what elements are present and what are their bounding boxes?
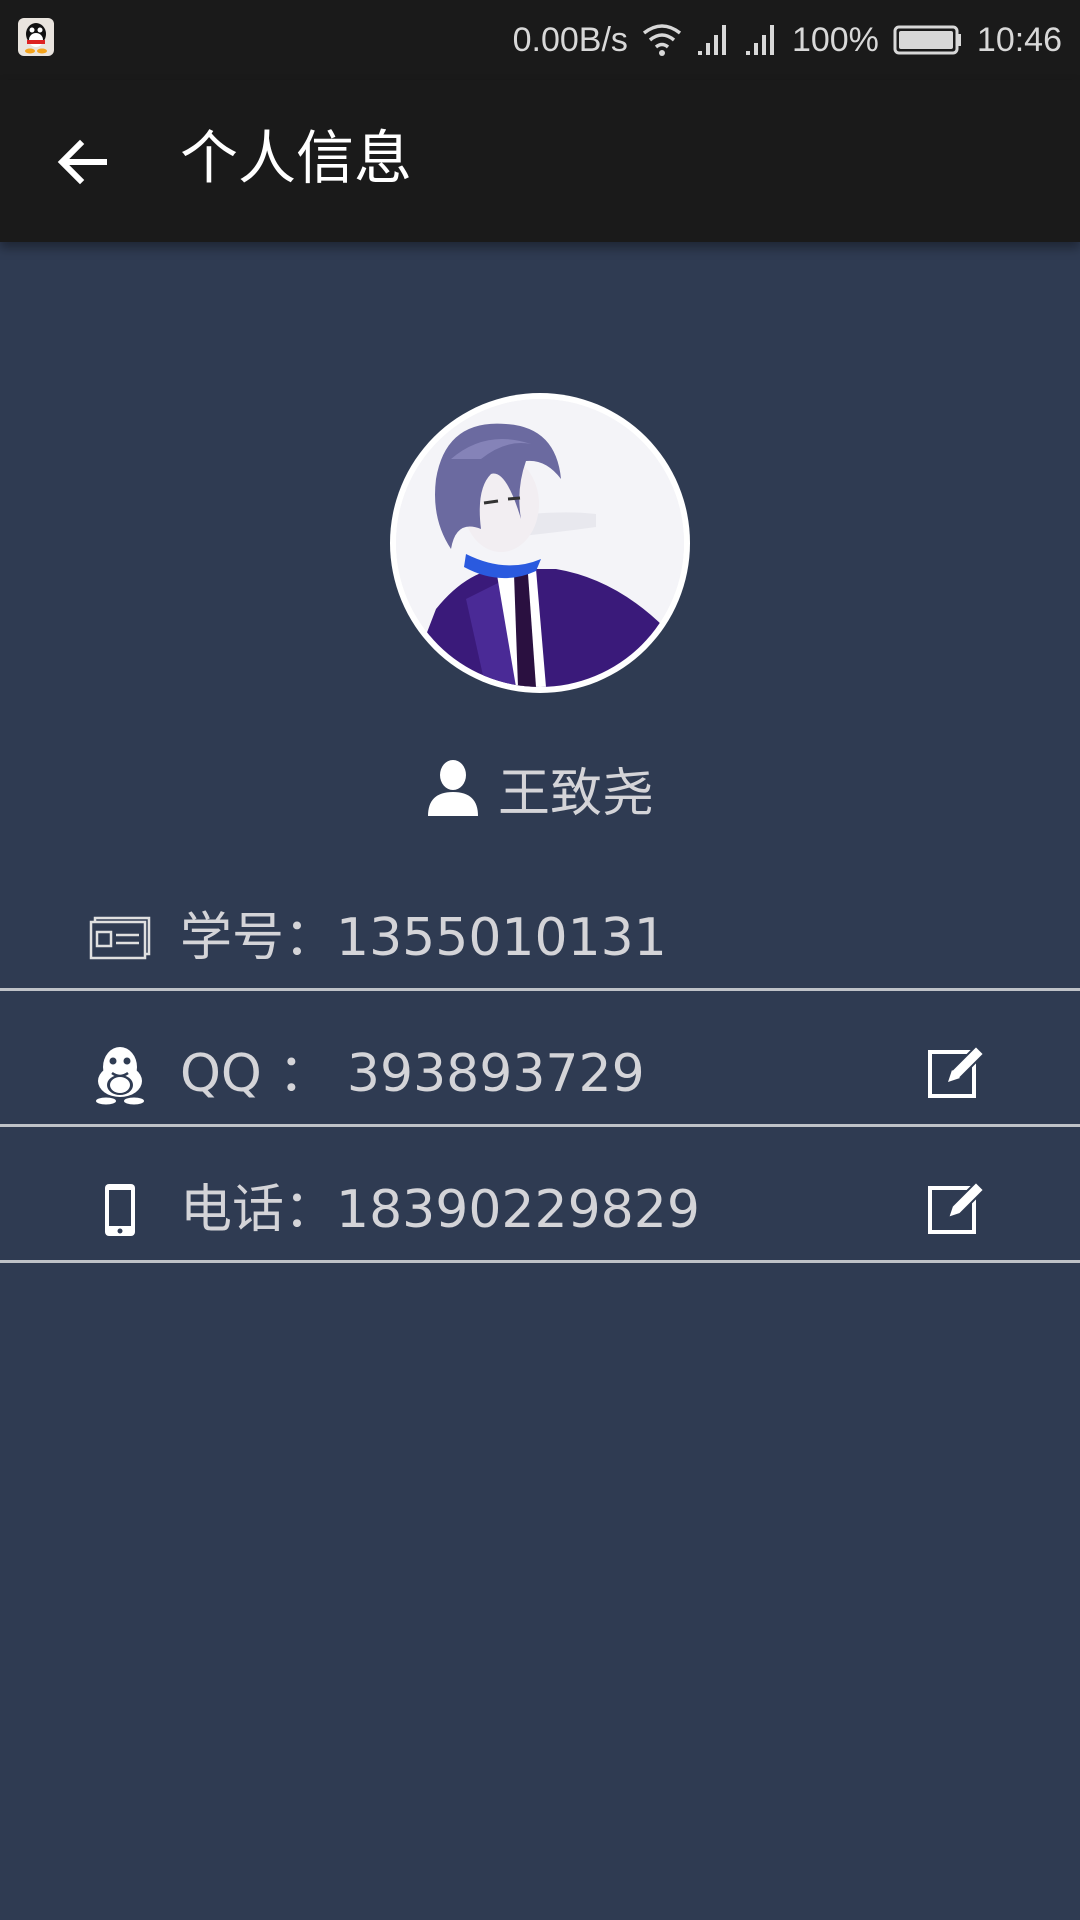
profile-name-row: 王致尧 [0,748,1080,828]
app-bar: 个人信息 [0,80,1080,242]
phone-row: 电话：18390229829 [0,1152,1080,1286]
edit-icon[interactable] [922,1174,988,1240]
signal-icon [697,25,726,55]
net-speed: 0.00B/s [512,20,628,59]
divider [0,1124,1080,1127]
qq-label: QQ ： 393893729 [180,1044,645,1104]
divider [0,1260,1080,1263]
edit-icon[interactable] [922,1038,988,1104]
back-button[interactable] [42,122,122,202]
id-card-icon [89,916,151,960]
user-icon [427,760,478,816]
status-bar: 0.00B/s 100% 10:46 [0,0,1080,80]
qq-penguin-icon [18,18,54,56]
battery-icon [893,25,961,55]
wifi-icon [642,24,682,56]
avatar[interactable] [390,393,690,693]
profile-name: 王致尧 [497,763,654,824]
divider [0,988,1080,991]
phone-label: 电话：18390229829 [180,1180,700,1240]
clock: 10:46 [976,20,1062,59]
student-id-label: 学号：1355010131 [180,908,667,968]
anime-avatar-image [396,399,684,687]
qq-penguin-icon [96,1047,144,1105]
signal-icon [745,25,774,55]
qq-row: QQ ： 393893729 [0,1016,1080,1150]
battery-percent: 100% [791,20,879,59]
student-id-row: 学号：1355010131 [0,880,1080,1014]
phone-icon [105,1184,135,1236]
arrow-left-icon [57,139,107,185]
page-title: 个人信息 [180,124,413,192]
